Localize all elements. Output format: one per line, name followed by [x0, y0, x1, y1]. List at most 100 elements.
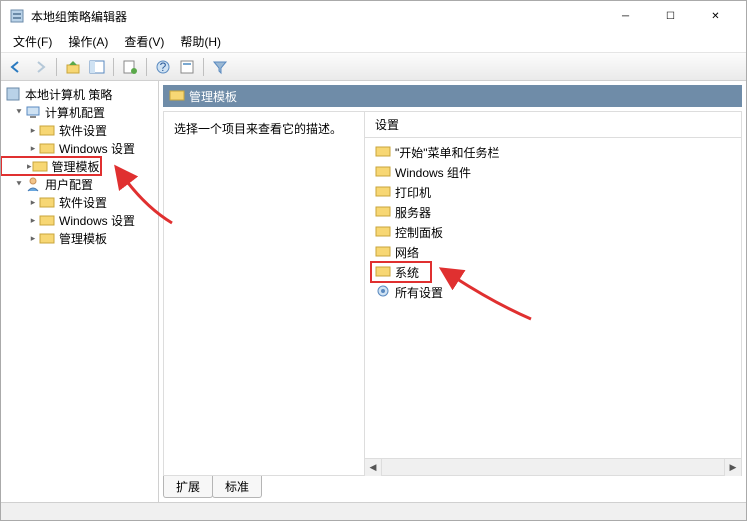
list-item-label: 所有设置	[395, 284, 443, 301]
up-button[interactable]	[62, 56, 84, 78]
list-item-system[interactable]: 系统	[371, 262, 431, 282]
folder-icon	[375, 243, 391, 262]
toolbar-separator	[56, 58, 57, 76]
list-items: "开始"菜单和任务栏 Windows 组件 打印机 服务器 控制面板 网络 系统…	[365, 138, 741, 458]
tree-root[interactable]: 本地计算机 策略	[1, 85, 158, 103]
tab-extended[interactable]: 扩展	[163, 476, 213, 498]
expander-icon[interactable]: ⯆	[13, 179, 25, 190]
list-item-label: 打印机	[395, 184, 431, 201]
description-column: 选择一个项目来查看它的描述。	[164, 112, 364, 475]
back-button[interactable]	[5, 56, 27, 78]
tree-windows-settings[interactable]: ▸ Windows 设置	[1, 139, 158, 157]
list-item-network[interactable]: 网络	[371, 242, 735, 262]
list-item-label: "开始"菜单和任务栏	[395, 144, 500, 161]
minimize-button[interactable]: ─	[603, 1, 648, 31]
menu-file[interactable]: 文件(F)	[5, 31, 60, 52]
expander-icon[interactable]: ▸	[27, 215, 39, 226]
export-button[interactable]	[176, 56, 198, 78]
folder-icon	[169, 87, 185, 106]
content-area: 本地计算机 策略 ⯆ 计算机配置 ▸ 软件设置 ▸ Windows 设置 ▸ 管…	[1, 81, 746, 502]
close-button[interactable]: ✕	[693, 1, 738, 31]
list-item-control-panel[interactable]: 控制面板	[371, 222, 735, 242]
list-item-label: 服务器	[395, 204, 431, 221]
toolbar-separator	[146, 58, 147, 76]
user-icon	[25, 176, 41, 192]
toolbar-separator	[113, 58, 114, 76]
titlebar: 本地组策略编辑器 ─ ☐ ✕	[1, 1, 746, 31]
tree-user-config[interactable]: ⯆ 用户配置	[1, 175, 158, 193]
folder-icon	[39, 230, 55, 246]
tree-label: 管理模板	[50, 158, 102, 175]
list-item-printers[interactable]: 打印机	[371, 182, 735, 202]
computer-icon	[25, 104, 41, 120]
help-button[interactable]: ?	[152, 56, 174, 78]
settings-list: 设置 "开始"菜单和任务栏 Windows 组件 打印机 服务器 控制面板 网络…	[364, 112, 741, 475]
tree-label: Windows 设置	[57, 140, 137, 157]
panel-header-label: 管理模板	[189, 88, 237, 105]
list-item-windows-components[interactable]: Windows 组件	[371, 162, 735, 182]
tree-software-settings[interactable]: ▸ 软件设置	[1, 193, 158, 211]
description-text: 选择一个项目来查看它的描述。	[174, 120, 354, 137]
window-controls: ─ ☐ ✕	[603, 1, 738, 31]
list-item-label: 控制面板	[395, 224, 443, 241]
show-hide-tree-button[interactable]	[86, 56, 108, 78]
view-tabs: 扩展 标准	[163, 476, 742, 498]
folder-icon	[32, 158, 48, 174]
list-item-label: Windows 组件	[395, 164, 471, 181]
expander-icon[interactable]: ▸	[27, 143, 39, 154]
maximize-button[interactable]: ☐	[648, 1, 693, 31]
tree-software-settings[interactable]: ▸ 软件设置	[1, 121, 158, 139]
statusbar	[1, 502, 746, 520]
tree-computer-config[interactable]: ⯆ 计算机配置	[1, 103, 158, 121]
list-item-startmenu[interactable]: "开始"菜单和任务栏	[371, 142, 735, 162]
tree-label: 计算机配置	[43, 104, 107, 121]
menu-help[interactable]: 帮助(H)	[172, 31, 229, 52]
list-header[interactable]: 设置	[365, 112, 741, 138]
scroll-left-button[interactable]: ◀	[365, 459, 382, 476]
folder-icon	[375, 163, 391, 182]
forward-button[interactable]	[29, 56, 51, 78]
properties-button[interactable]	[119, 56, 141, 78]
list-item-all-settings[interactable]: 所有设置	[371, 282, 735, 302]
folder-icon	[39, 212, 55, 228]
expander-icon[interactable]: ▸	[27, 197, 39, 208]
menubar: 文件(F) 操作(A) 查看(V) 帮助(H)	[1, 31, 746, 53]
tab-standard[interactable]: 标准	[212, 476, 262, 498]
toolbar: ?	[1, 53, 746, 81]
svg-text:?: ?	[160, 60, 167, 74]
tree-label: 管理模板	[57, 230, 109, 247]
filter-button[interactable]	[209, 56, 231, 78]
folder-icon	[375, 143, 391, 162]
details-panel: 管理模板 选择一个项目来查看它的描述。 设置 "开始"菜单和任务栏 Window…	[159, 81, 746, 502]
folder-icon	[375, 223, 391, 242]
window-title: 本地组策略编辑器	[31, 8, 603, 25]
panel-body: 选择一个项目来查看它的描述。 设置 "开始"菜单和任务栏 Windows 组件 …	[163, 111, 742, 476]
expander-icon[interactable]: ▸	[27, 125, 39, 136]
folder-icon	[39, 140, 55, 156]
tree-label: 软件设置	[57, 194, 109, 211]
tree-admin-templates[interactable]: ▸ 管理模板	[1, 157, 101, 175]
expander-icon[interactable]: ⯆	[13, 107, 25, 118]
tree-label: 用户配置	[43, 176, 95, 193]
toolbar-separator	[203, 58, 204, 76]
list-item-label: 系统	[395, 264, 419, 281]
scroll-right-button[interactable]: ▶	[724, 459, 741, 476]
tree-windows-settings[interactable]: ▸ Windows 设置	[1, 211, 158, 229]
horizontal-scrollbar[interactable]: ◀ ▶	[365, 458, 741, 475]
folder-icon	[375, 203, 391, 222]
settings-icon	[375, 283, 391, 302]
gpedit-icon	[9, 8, 25, 24]
tree-label: Windows 设置	[57, 212, 137, 229]
folder-icon	[375, 183, 391, 202]
folder-icon	[375, 263, 391, 282]
folder-icon	[39, 122, 55, 138]
tree-label: 本地计算机 策略	[23, 86, 114, 103]
list-item-servers[interactable]: 服务器	[371, 202, 735, 222]
list-item-label: 网络	[395, 244, 419, 261]
menu-action[interactable]: 操作(A)	[60, 31, 116, 52]
tree-label: 软件设置	[57, 122, 109, 139]
expander-icon[interactable]: ▸	[27, 233, 39, 244]
folder-icon	[39, 194, 55, 210]
menu-view[interactable]: 查看(V)	[116, 31, 172, 52]
tree-admin-templates[interactable]: ▸ 管理模板	[1, 229, 158, 247]
